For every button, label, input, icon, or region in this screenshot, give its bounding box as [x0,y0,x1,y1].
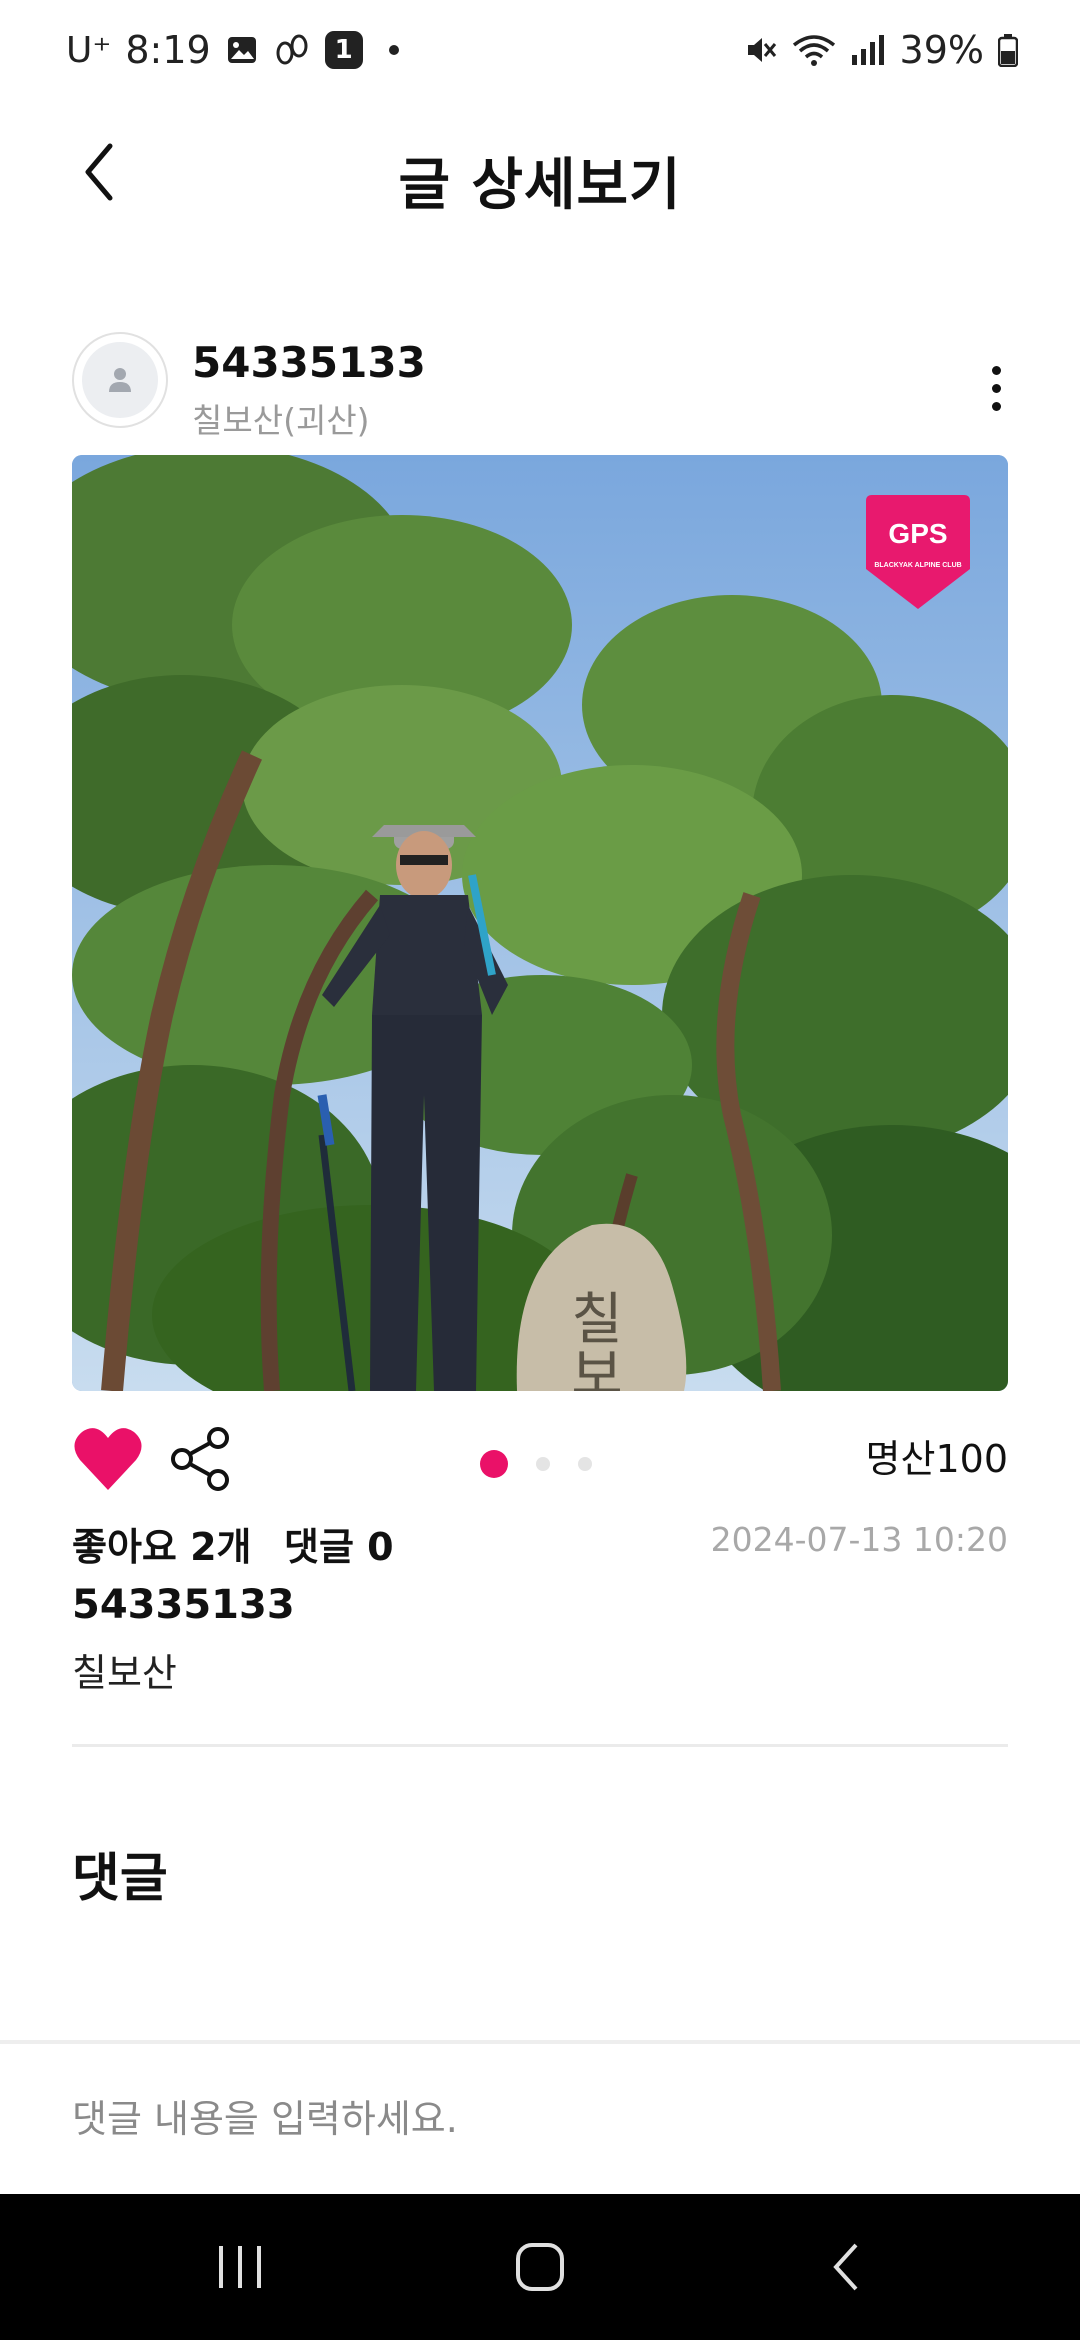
comment-input[interactable] [0,2044,1080,2194]
more-options-button[interactable] [976,348,1016,428]
default-user-icon [109,368,131,392]
mountain-tag[interactable]: 명산100 [866,1428,1008,1483]
share-button[interactable] [168,1426,234,1492]
footprints-icon [273,33,311,67]
post-actions: 명산100 [72,1420,1008,1500]
post-date: 2024-07-13 10:20 [710,1520,1008,1559]
system-back-button[interactable] [766,2194,926,2340]
post-username: 54335133 [72,1582,295,1628]
gallery-icon [225,33,259,67]
gps-verified-badge: GPS BLACKYAK ALPINE CLUB [866,495,970,609]
page-dot-active[interactable] [480,1450,508,1478]
avatar[interactable] [72,332,168,428]
clock: 8:19 [125,28,211,72]
author-mountain: 칠보산(괴산) [192,401,370,440]
signal-icon [850,33,886,67]
chevron-left-icon [833,2243,858,2291]
carrier-label: U⁺ [66,29,112,71]
share-icon [171,1427,229,1491]
comments-heading: 댓글 [72,1849,168,1909]
author-name[interactable]: 54335133 [192,338,426,387]
comments-count[interactable]: 댓글 0 [284,1516,394,1571]
like-button[interactable] [72,1424,144,1494]
likes-count[interactable]: 좋아요 2개 [72,1516,252,1571]
page-dot[interactable] [536,1457,550,1471]
recent-apps-icon [219,2246,261,2288]
post-body: 칠보산 [72,1651,177,1695]
post-stats: 좋아요 2개 댓글 0 2024-07-13 10:20 [72,1516,1008,1572]
section-divider [72,1744,1008,1747]
home-icon [516,2243,564,2291]
notification-badge: 1 [324,31,363,69]
post-photo[interactable]: 칠보 GPS BLACKYAK ALPINE CLUB [72,455,1008,1391]
more-notifications-dot [388,45,399,55]
mute-icon [744,33,778,67]
gps-badge-subtitle: BLACKYAK ALPINE CLUB [874,562,961,569]
system-nav-bar [0,2194,1080,2340]
app-header: 글 상세보기 [0,110,1080,234]
photo-pagination[interactable] [480,1450,592,1478]
gps-badge-label: GPS [888,518,947,549]
summit-stone-text: 칠보 [560,1289,625,1391]
recent-apps-button[interactable] [160,2194,320,2340]
home-button[interactable] [460,2194,620,2340]
battery-percent: 39% [899,28,984,72]
heart-icon [74,1428,142,1490]
page-dot[interactable] [578,1457,592,1471]
wifi-icon [792,33,836,67]
more-vertical-icon [991,365,1001,375]
page-title: 글 상세보기 [398,153,682,218]
battery-icon [998,33,1018,67]
status-bar: U⁺ 8:19 1 39% [0,0,1080,100]
post-author: 54335133 칠보산(괴산) [72,330,1008,440]
